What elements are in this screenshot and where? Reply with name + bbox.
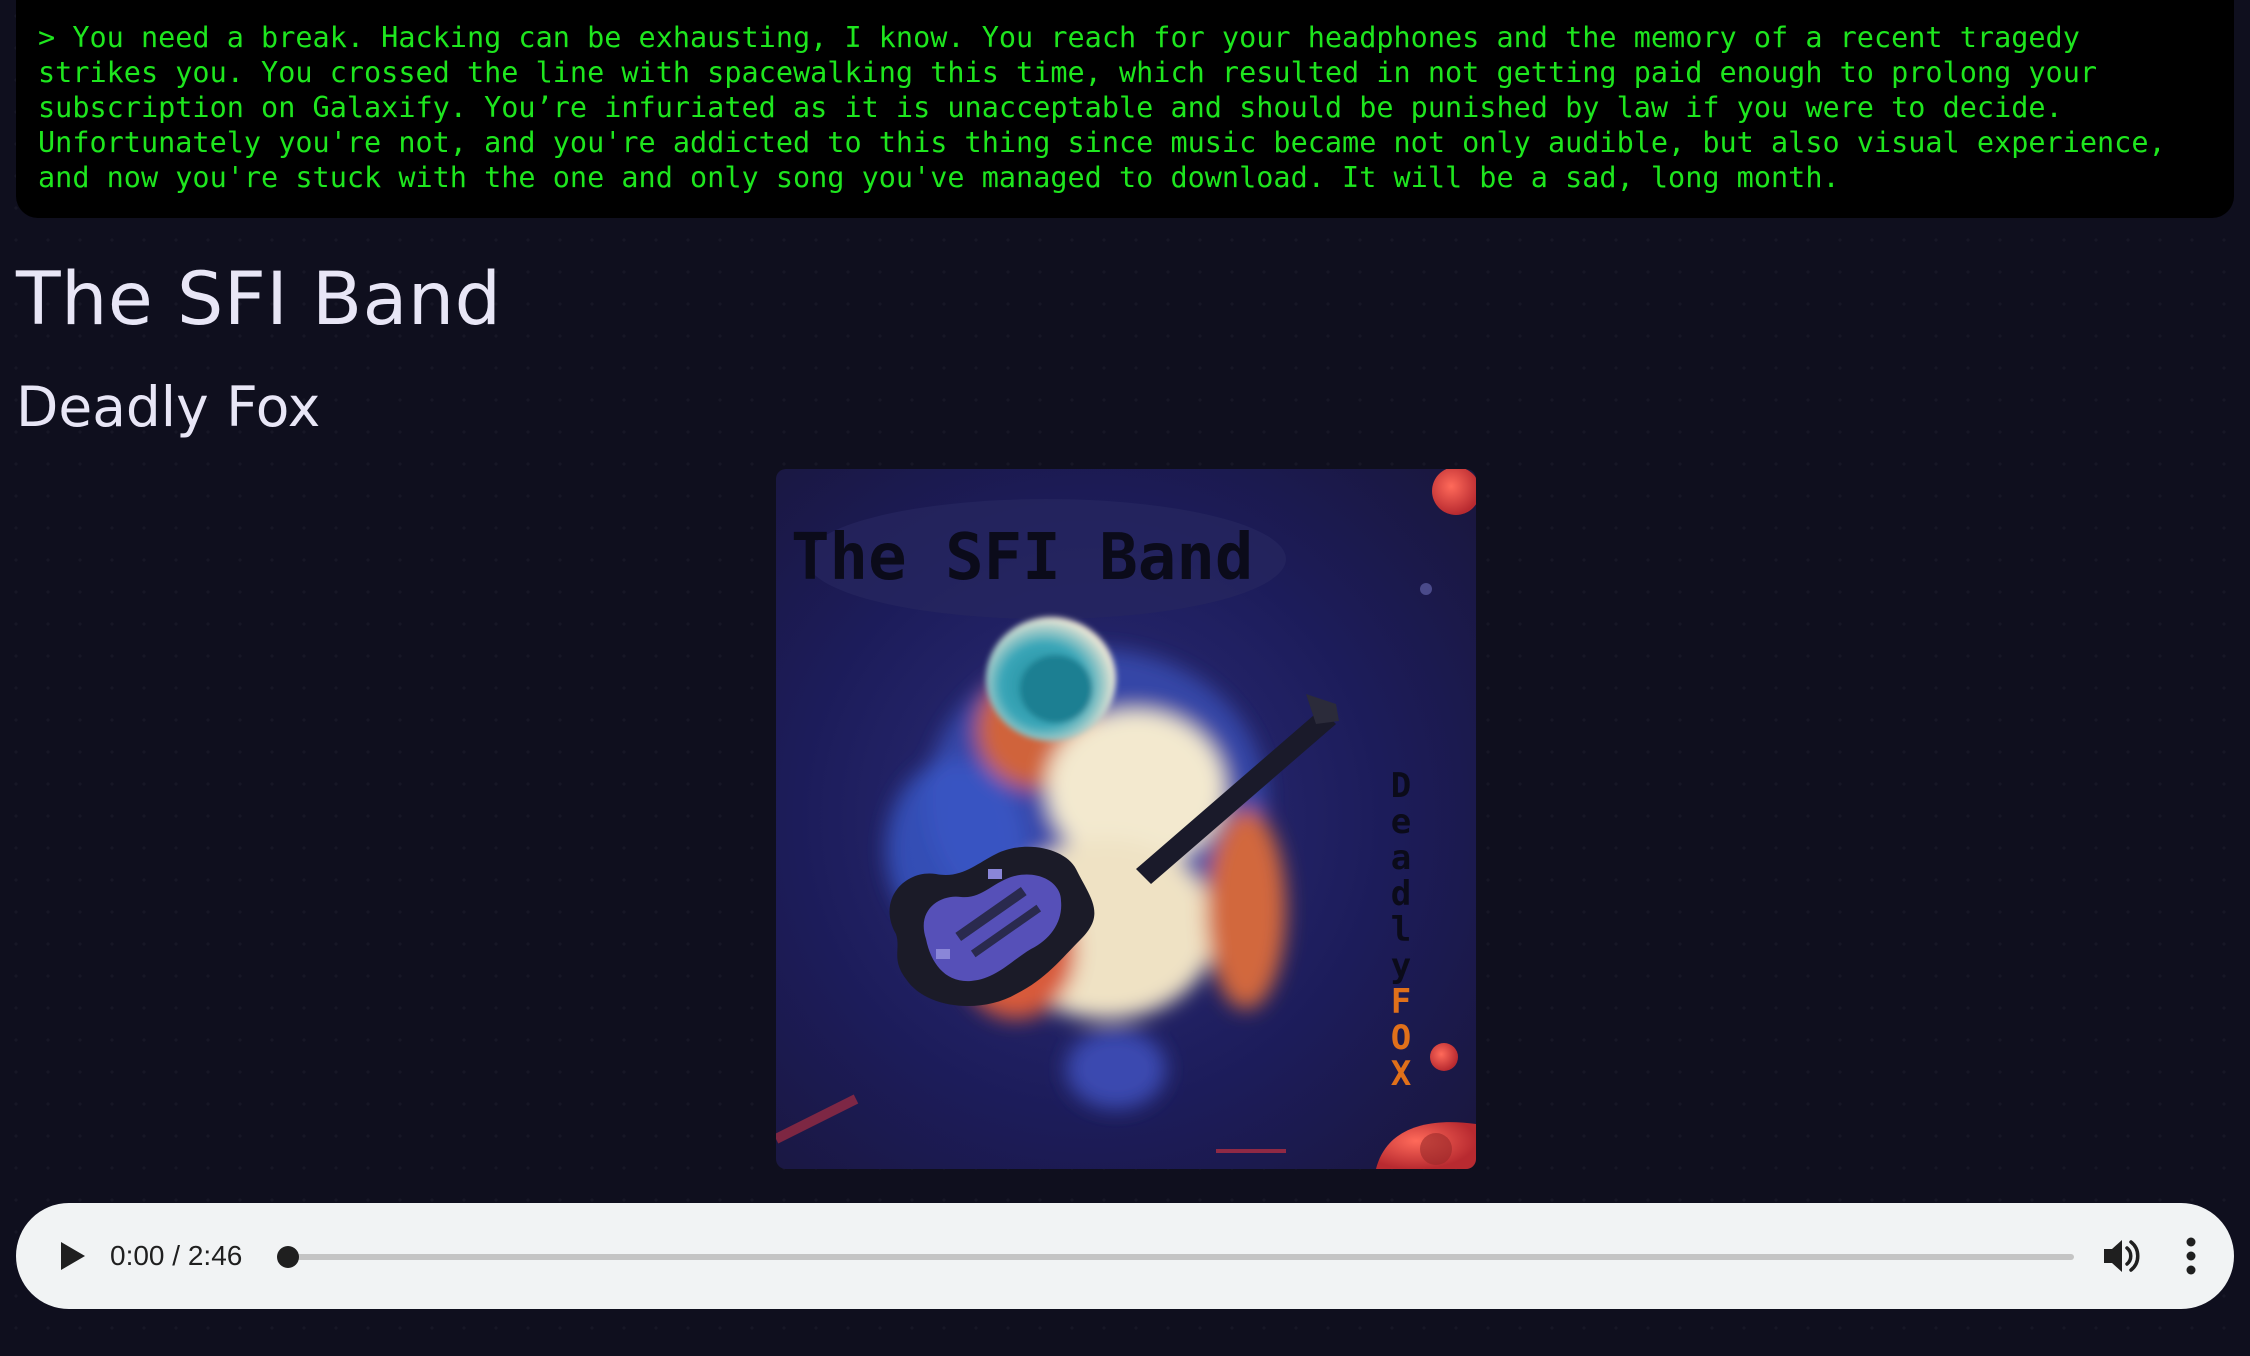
- cover-side-lettering-deadly: Deadly: [1391, 766, 1411, 986]
- play-icon: [61, 1242, 85, 1270]
- audio-player: 0:00 / 2:46: [16, 1203, 2234, 1309]
- side-deadly-char: l: [1391, 910, 1411, 950]
- cover-side-lettering-fox: FOX: [1391, 982, 1412, 1094]
- seek-thumb[interactable]: [277, 1246, 299, 1268]
- terminal-output: > You need a break. Hacking can be exhau…: [16, 0, 2234, 218]
- time-total: 2:46: [187, 1240, 243, 1271]
- time-current: 0:00: [110, 1240, 165, 1271]
- band-title: The SFI Band: [16, 257, 502, 342]
- more-vert-icon: [2186, 1237, 2196, 1275]
- song-title: Deadly Fox: [16, 375, 321, 439]
- side-deadly-char: D: [1391, 766, 1411, 806]
- seek-bar[interactable]: [277, 1246, 2074, 1268]
- side-fox-char: O: [1391, 1018, 1411, 1058]
- side-deadly-char: a: [1391, 838, 1411, 878]
- side-fox-char: F: [1391, 982, 1411, 1022]
- volume-button[interactable]: [2100, 1233, 2146, 1279]
- play-button[interactable]: [52, 1237, 90, 1275]
- time-separator: /: [164, 1240, 188, 1271]
- side-deadly-char: d: [1391, 874, 1411, 914]
- time-display: 0:00 / 2:46: [110, 1239, 242, 1273]
- album-cover-art: The SFI Band Deadly FOX: [776, 469, 1476, 1169]
- side-deadly-char: e: [1391, 802, 1411, 842]
- seek-track: [288, 1254, 2074, 1260]
- side-fox-char: X: [1391, 1054, 1412, 1094]
- volume-icon: [2104, 1240, 2140, 1272]
- side-deadly-char: y: [1391, 946, 1411, 986]
- cover-band-lettering: The SFI Band: [791, 521, 1253, 595]
- album-cover: The SFI Band Deadly FOX: [776, 469, 1476, 1169]
- more-options-button[interactable]: [2176, 1233, 2206, 1279]
